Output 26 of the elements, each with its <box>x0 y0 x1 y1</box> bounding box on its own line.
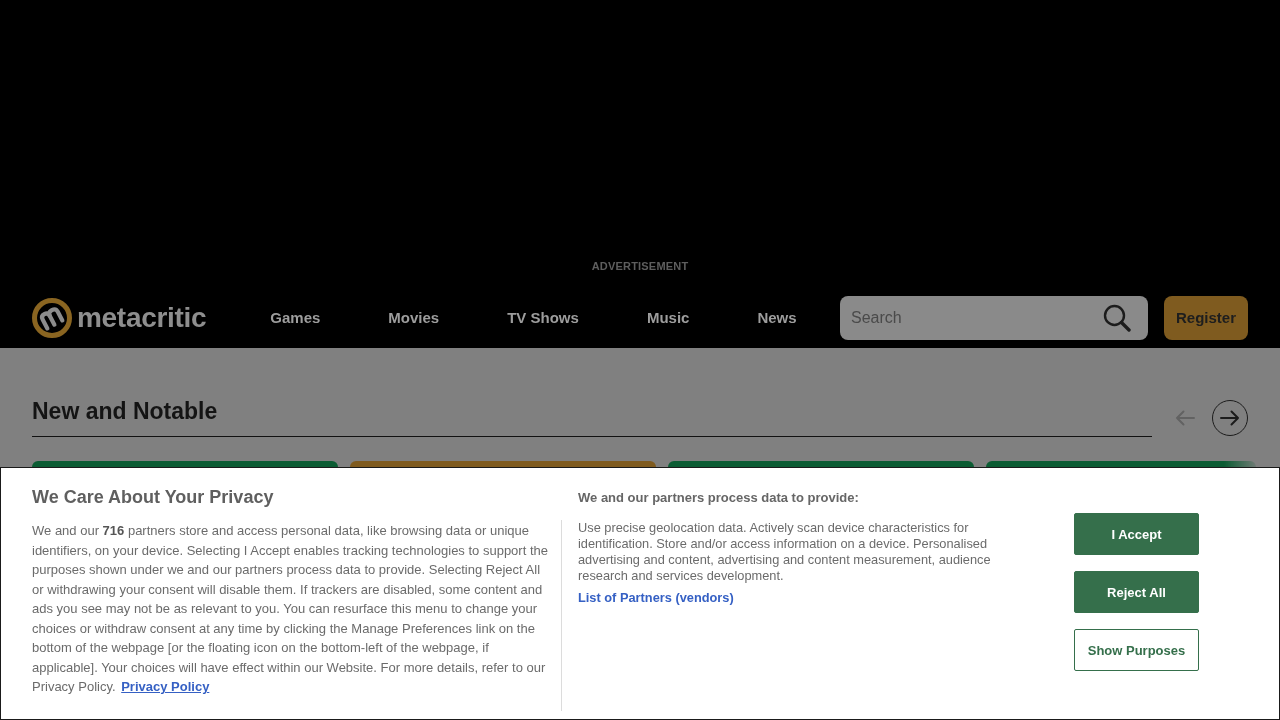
reject-all-button[interactable]: Reject All <box>1074 571 1199 613</box>
nav-link[interactable]: Games <box>270 309 321 326</box>
card-edge[interactable] <box>986 461 1256 467</box>
card-edge[interactable] <box>32 461 338 467</box>
consent-title: We Care About Your Privacy <box>32 486 275 509</box>
show-purposes-button[interactable]: Show Purposes <box>1074 629 1199 671</box>
accept-button[interactable]: I Accept <box>1074 513 1199 555</box>
search-field[interactable]: Search <box>840 295 1148 340</box>
nav-link[interactable]: News <box>757 309 797 326</box>
purposes-heading: We and our partners process data to provide: <box>578 489 860 507</box>
arrow-left-icon <box>1175 410 1195 426</box>
partners-link[interactable]: List of Partners (vendors) <box>578 590 734 605</box>
nav-link[interactable]: TV Shows <box>507 309 579 326</box>
consent-text: We and our 716 partners store and access personal data, like browsing data or unique identifiers, on your device. Selecting I Accept enables tracking technologies to support the purposes shown under we and our partners process data to provide. Selecting Reject All or withdrawing your consent will disable them. If trackers are disabled, some content and ads you see may not be as relevant to you. You can resurface this menu to change your choices or withdraw consent at any time by clicking the Manage Preferences link on the bottom of the webpage [or the floating icon on the bottom-left of the webpage, if applicable]. Your choices will have effect within our Website. For more details, refer to our Privacy Policy. Privacy Policy <box>32 522 549 696</box>
logo-link[interactable]: metacritic <box>32 297 207 338</box>
privacy-policy-link[interactable]: Privacy Policy <box>121 679 210 694</box>
arrow-right-icon <box>1220 410 1240 426</box>
advertisement-label: ADVERTISEMENT <box>591 260 689 272</box>
logo-icon <box>32 297 72 338</box>
purposes-text: Use precise geolocation data. Actively scan device characteristics for identification. Store and/or access information on a device. Personalised advertising and content, advertising and content measurement, audience research and services development. <box>578 520 992 584</box>
card-edge[interactable] <box>668 461 974 467</box>
card-edge[interactable] <box>350 461 656 467</box>
nav-link[interactable]: Music <box>646 309 690 326</box>
search-icon[interactable] <box>1103 303 1131 332</box>
nav-link[interactable]: Movies <box>388 309 440 326</box>
section-title: New and Notable <box>32 397 218 426</box>
